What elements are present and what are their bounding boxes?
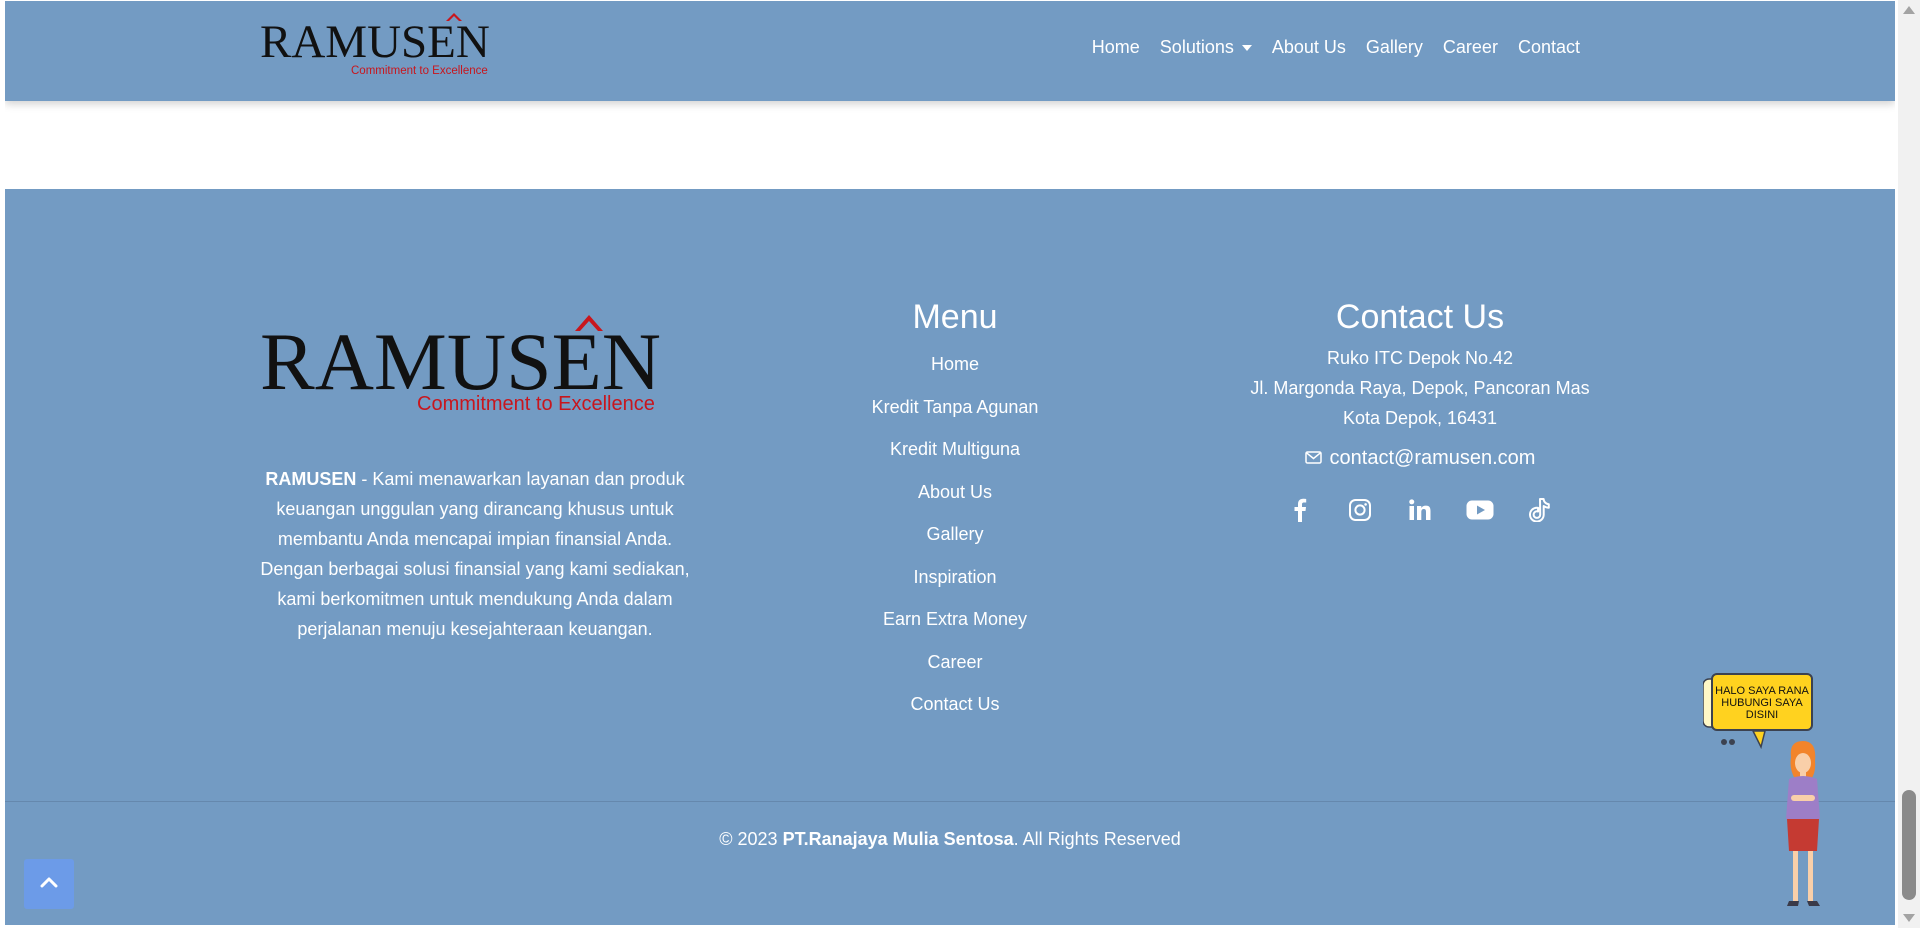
nav-contact[interactable]: Contact bbox=[1508, 37, 1590, 58]
content-area bbox=[5, 101, 1895, 189]
scrollbar-thumb[interactable] bbox=[1902, 790, 1916, 900]
instagram-icon[interactable] bbox=[1342, 492, 1378, 528]
about-brand: RAMUSEN bbox=[265, 469, 357, 489]
footer-link-earn-extra-money[interactable]: Earn Extra Money bbox=[820, 598, 1090, 641]
email-text: contact@ramusen.com bbox=[1329, 447, 1536, 469]
scrollbar[interactable] bbox=[1898, 0, 1920, 928]
nav-logo-text: RAMUSEN bbox=[260, 16, 490, 68]
email-link[interactable]: contact@ramusen.com bbox=[1220, 447, 1620, 470]
copyright: © 2023 PT.Ranajaya Mulia Sentosa. All Ri… bbox=[5, 829, 1895, 850]
footer-menu: Menu Home Kredit Tanpa Agunan Kredit Mul… bbox=[820, 297, 1090, 726]
about-body: - Kami menawarkan layanan dan produk keu… bbox=[260, 469, 690, 639]
footer-menu-list: Home Kredit Tanpa Agunan Kredit Multigun… bbox=[820, 343, 1090, 726]
address-line-2: Jl. Margonda Raya, Depok, Pancoran Mas bbox=[1250, 378, 1590, 398]
nav-solutions-dropdown[interactable]: Solutions bbox=[1150, 37, 1262, 58]
footer-contact: Contact Us Ruko ITC Depok No.42 Jl. Marg… bbox=[1220, 297, 1620, 528]
address-line-3: Kota Depok, 16431 bbox=[1342, 408, 1498, 428]
copyright-suffix: . All Rights Reserved bbox=[1013, 829, 1181, 849]
nav-home-label: Home bbox=[1091, 37, 1140, 57]
envelope-icon bbox=[1304, 447, 1322, 470]
linkedin-icon[interactable] bbox=[1402, 492, 1438, 528]
nav-about-label: About Us bbox=[1271, 37, 1346, 57]
footer-link-inspiration[interactable]: Inspiration bbox=[820, 556, 1090, 599]
footer-link-home[interactable]: Home bbox=[820, 343, 1090, 386]
about-description: RAMUSEN - Kami menawarkan layanan dan pr… bbox=[255, 464, 695, 644]
nav-logo[interactable]: RAMUSEN Commitment to Excellence bbox=[260, 13, 510, 79]
footer-link-career[interactable]: Career bbox=[820, 641, 1090, 684]
footer-link-about-us[interactable]: About Us bbox=[820, 471, 1090, 514]
footer-link-kredit-tanpa-agunan[interactable]: Kredit Tanpa Agunan bbox=[820, 386, 1090, 429]
footer-link-contact-us[interactable]: Contact Us bbox=[820, 683, 1090, 726]
nav-contact-label: Contact bbox=[1517, 37, 1580, 57]
footer-logo: RAMUSEN Commitment to Excellence bbox=[260, 299, 700, 415]
tiktok-icon[interactable] bbox=[1522, 492, 1558, 528]
chat-bubble: HALO SAYA RANA HUBUNGI SAYA DISINI bbox=[1711, 673, 1813, 731]
address-line-1: Ruko ITC Depok No.42 bbox=[1326, 348, 1514, 368]
nav-home[interactable]: Home bbox=[1082, 37, 1150, 58]
menu-heading: Menu bbox=[912, 298, 998, 336]
nav-logo-tagline: Commitment to Excellence bbox=[351, 65, 488, 77]
footer-logo-tagline: Commitment to Excellence bbox=[417, 393, 655, 414]
footer-link-gallery[interactable]: Gallery bbox=[820, 513, 1090, 556]
navbar: RAMUSEN Commitment to Excellence Home So… bbox=[5, 1, 1895, 101]
nav-menu: Home Solutions About Us Gallery Career C… bbox=[1082, 37, 1590, 58]
footer: RAMUSEN Commitment to Excellence RAMUSEN… bbox=[5, 189, 1895, 925]
nav-solutions-label: Solutions bbox=[1159, 37, 1234, 57]
back-to-top-button[interactable] bbox=[24, 859, 74, 909]
nav-about-us[interactable]: About Us bbox=[1262, 37, 1356, 58]
caret-down-icon bbox=[1241, 44, 1252, 51]
footer-link-kredit-multiguna[interactable]: Kredit Multiguna bbox=[820, 428, 1090, 471]
chat-widget[interactable]: HALO SAYA RANA HUBUNGI SAYA DISINI bbox=[1703, 669, 1853, 919]
page-frame: RAMUSEN Commitment to Excellence Home So… bbox=[5, 1, 1895, 925]
youtube-icon[interactable] bbox=[1462, 492, 1498, 528]
nav-gallery[interactable]: Gallery bbox=[1356, 37, 1433, 58]
copyright-company: PT.Ranajaya Mulia Sentosa bbox=[782, 829, 1014, 849]
nav-career-label: Career bbox=[1442, 37, 1498, 57]
chevron-up-icon bbox=[40, 875, 58, 893]
nav-gallery-label: Gallery bbox=[1365, 37, 1423, 57]
facebook-icon[interactable] bbox=[1282, 492, 1318, 528]
scroll-down-arrow-icon[interactable] bbox=[1903, 914, 1915, 922]
nav-career[interactable]: Career bbox=[1433, 37, 1508, 58]
footer-divider bbox=[5, 801, 1895, 802]
copyright-prefix: © 2023 bbox=[719, 829, 783, 849]
social-links bbox=[1220, 492, 1620, 528]
scroll-up-arrow-icon[interactable] bbox=[1903, 6, 1915, 14]
contact-heading: Contact Us bbox=[1335, 298, 1505, 336]
